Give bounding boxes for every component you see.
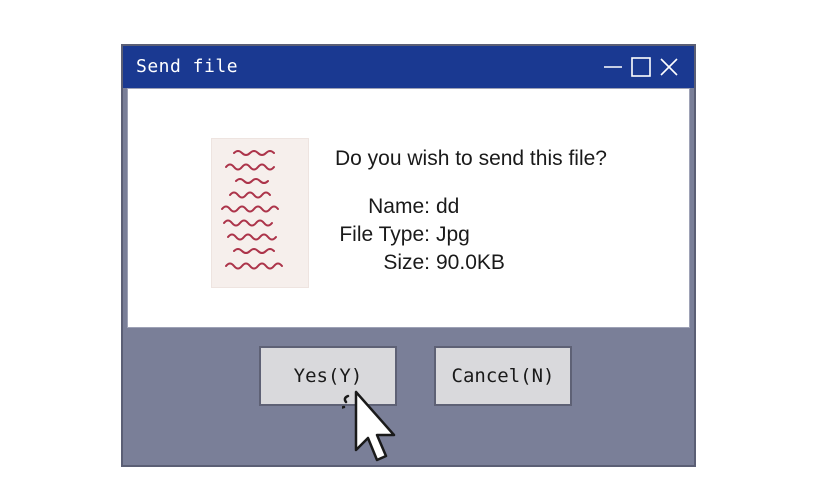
close-icon[interactable] (656, 54, 682, 80)
title-bar[interactable]: Send file (123, 46, 694, 88)
size-value: 90.0KB (436, 251, 505, 274)
name-value: dd (436, 195, 460, 218)
size-label: Size: (383, 251, 430, 274)
file-type-value: Jpg (436, 223, 470, 246)
name-label: Name: (368, 195, 430, 218)
file-type-label: File Type: (339, 223, 430, 246)
send-file-dialog: Send file Do you wish to send this file?… (121, 44, 696, 467)
dialog-content: Do you wish to send this file? Name: dd … (127, 88, 690, 328)
maximize-icon[interactable] (628, 54, 654, 80)
minimize-icon[interactable] (600, 54, 626, 80)
dialog-question: Do you wish to send this file? (335, 147, 607, 170)
yes-button[interactable]: Yes(Y) (259, 346, 397, 406)
cancel-button[interactable]: Cancel(N) (434, 346, 572, 406)
window-title: Send file (136, 56, 239, 77)
